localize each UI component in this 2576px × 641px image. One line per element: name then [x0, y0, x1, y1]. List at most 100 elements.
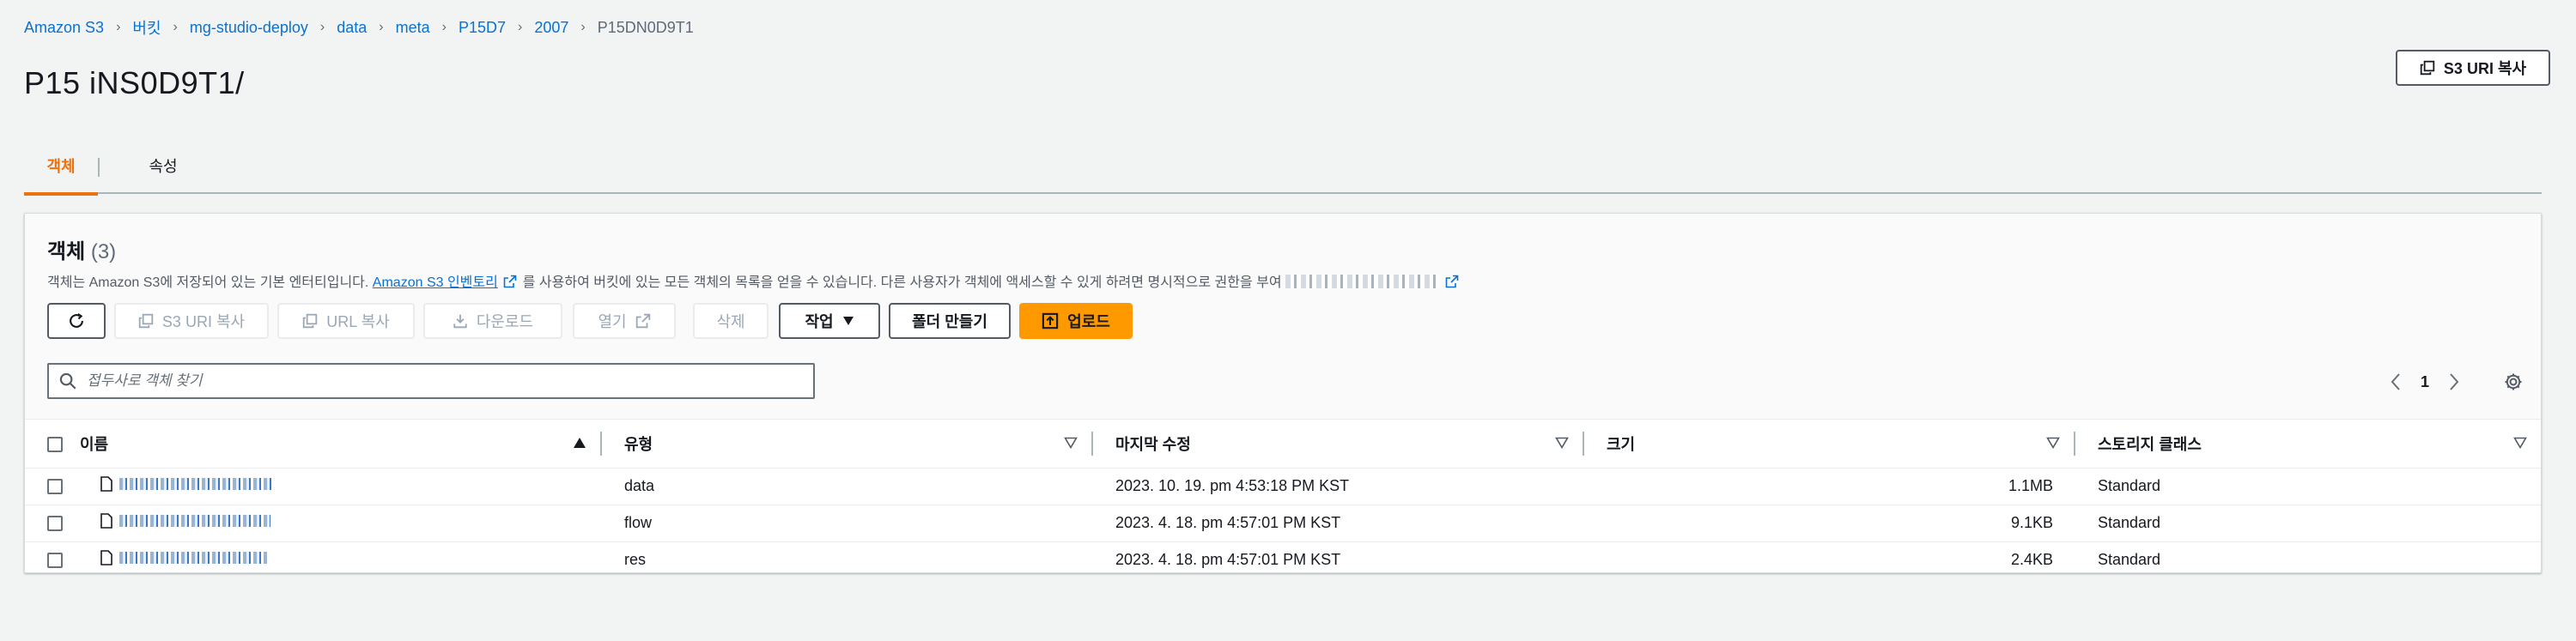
- open-button[interactable]: 열기: [573, 303, 676, 339]
- external-link-icon[interactable]: [1445, 275, 1459, 288]
- chevron-right-icon: ›: [518, 20, 523, 34]
- sort-icon: [2513, 437, 2527, 449]
- open-label: 열기: [598, 313, 627, 330]
- gear-icon: [2505, 373, 2522, 390]
- column-header-name[interactable]: 이름: [80, 420, 602, 469]
- chevron-right-icon: ›: [173, 20, 178, 34]
- chevron-left-icon[interactable]: [2390, 372, 2402, 391]
- last-modified-cell: 2023. 4. 18. pm 4:57:01 PM KST: [1093, 541, 1584, 572]
- redacted-object-name: [119, 478, 274, 490]
- create-folder-label: 폴더 만들기: [912, 313, 987, 330]
- table-row[interactable]: res 2023. 4. 18. pm 4:57:01 PM KST 2.4KB…: [25, 541, 2541, 572]
- select-all-header: [25, 420, 80, 469]
- description-text-pre: 객체는 Amazon S3에 저장되어 있는 기본 엔터티입니다.: [47, 275, 369, 290]
- row-checkbox[interactable]: [47, 553, 63, 569]
- size-cell: 9.1KB: [1584, 505, 2075, 542]
- storage-class-cell: Standard: [2075, 541, 2541, 572]
- column-header-size[interactable]: 크기: [1584, 420, 2075, 469]
- download-label: 다운로드: [476, 313, 534, 330]
- inventory-link[interactable]: Amazon S3 인벤토리: [373, 275, 498, 290]
- column-header-last-modified[interactable]: 마지막 수정: [1093, 420, 1584, 469]
- search-box: [47, 363, 815, 399]
- sort-ascending-icon: [574, 438, 586, 448]
- copy-icon: [303, 313, 318, 329]
- search-input[interactable]: [87, 372, 774, 390]
- chevron-right-icon[interactable]: [2448, 372, 2460, 391]
- upload-button[interactable]: 업로드: [1019, 303, 1133, 339]
- object-name-link[interactable]: [100, 513, 270, 529]
- storage-class-cell: Standard: [2075, 468, 2541, 505]
- chevron-right-icon: ›: [580, 20, 586, 34]
- panel-description: 객체는 Amazon S3에 저장되어 있는 기본 엔터티입니다. Amazon…: [47, 274, 1461, 293]
- type-cell: flow: [602, 505, 1093, 542]
- copy-url-button[interactable]: URL 복사: [277, 303, 415, 339]
- row-checkbox[interactable]: [47, 479, 63, 495]
- redacted-object-name: [119, 552, 267, 564]
- breadcrumb-item[interactable]: 2007: [534, 19, 568, 37]
- tab-objects[interactable]: 객체: [24, 146, 98, 196]
- breadcrumb-item[interactable]: mg-studio-deploy: [190, 19, 308, 37]
- select-all-checkbox[interactable]: [47, 436, 63, 452]
- actions-dropdown-button[interactable]: 작업: [779, 303, 880, 339]
- copy-icon: [2420, 60, 2435, 76]
- delete-label: 삭제: [716, 313, 745, 330]
- external-link-icon: [635, 313, 650, 329]
- breadcrumb-item[interactable]: 버킷: [132, 16, 161, 39]
- refresh-button[interactable]: [47, 303, 106, 339]
- table-row[interactable]: flow 2023. 4. 18. pm 4:57:01 PM KST 9.1K…: [25, 505, 2541, 542]
- column-label: 유형: [624, 435, 653, 453]
- tab-bar: 객체 속성: [24, 137, 2542, 196]
- tab-properties[interactable]: 속성: [124, 146, 203, 187]
- panel-header: 객체 (3) 객체는 Amazon S3에 저장되어 있는 기본 엔터티입니다.…: [25, 214, 2541, 420]
- copy-s3-uri-label: S3 URI 복사: [161, 313, 246, 330]
- object-name-link[interactable]: [100, 476, 274, 492]
- download-icon: [453, 314, 467, 329]
- name-cell: [80, 541, 602, 572]
- panel-title: 객체 (3): [47, 238, 116, 267]
- copy-icon: [138, 313, 154, 329]
- pagination: 1: [2390, 365, 2460, 399]
- objects-table: 이름 유형 마지막 수정 크기 스토리지 클래스 data 2023. 10. …: [25, 420, 2541, 572]
- copy-s3-uri-label: S3 URI 복사: [2443, 60, 2527, 77]
- object-name-link[interactable]: [100, 550, 267, 565]
- refresh-icon: [70, 312, 83, 328]
- search-icon: [59, 372, 76, 390]
- breadcrumb-item[interactable]: meta: [396, 19, 430, 37]
- chevron-right-icon: ›: [116, 20, 121, 34]
- column-label: 스토리지 클래스: [2098, 435, 2202, 453]
- download-button[interactable]: 다운로드: [423, 303, 562, 339]
- upload-label: 업로드: [1067, 313, 1110, 330]
- type-cell: res: [602, 541, 1093, 572]
- last-modified-cell: 2023. 4. 18. pm 4:57:01 PM KST: [1093, 505, 1584, 542]
- breadcrumb-item[interactable]: Amazon S3: [24, 19, 104, 37]
- column-label: 크기: [1607, 435, 1636, 453]
- column-label: 마지막 수정: [1115, 435, 1191, 453]
- breadcrumb-item[interactable]: data: [337, 19, 367, 37]
- last-modified-cell: 2023. 10. 19. pm 4:53:18 PM KST: [1093, 468, 1584, 505]
- file-icon: [100, 550, 112, 565]
- row-checkbox[interactable]: [47, 516, 63, 532]
- sort-icon: [1064, 437, 1078, 449]
- delete-button[interactable]: 삭제: [693, 303, 769, 339]
- name-cell: [80, 468, 602, 505]
- redacted-object-name: [119, 515, 270, 527]
- sort-icon: [1555, 437, 1569, 449]
- upload-icon: [1042, 312, 1059, 330]
- object-count: (3): [90, 240, 117, 263]
- caret-down-icon: [842, 317, 854, 325]
- preferences-button[interactable]: [2498, 366, 2529, 397]
- table-row[interactable]: data 2023. 10. 19. pm 4:53:18 PM KST 1.1…: [25, 468, 2541, 505]
- name-cell: [80, 505, 602, 542]
- column-header-type[interactable]: 유형: [602, 420, 1093, 469]
- chevron-right-icon: ›: [319, 20, 325, 34]
- size-cell: 1.1MB: [1584, 468, 2075, 505]
- create-folder-button[interactable]: 폴더 만들기: [889, 303, 1011, 339]
- current-page[interactable]: 1: [2421, 373, 2429, 391]
- copy-s3-uri-button[interactable]: S3 URI 복사: [114, 303, 269, 339]
- copy-s3-uri-button[interactable]: S3 URI 복사: [2396, 50, 2550, 86]
- storage-class-cell: Standard: [2075, 505, 2541, 542]
- column-header-storage-class[interactable]: 스토리지 클래스: [2075, 420, 2541, 469]
- breadcrumb-current: P15DN0D9T1: [597, 18, 694, 36]
- redacted-text: [1285, 275, 1440, 288]
- breadcrumb-item[interactable]: P15D7: [459, 19, 506, 37]
